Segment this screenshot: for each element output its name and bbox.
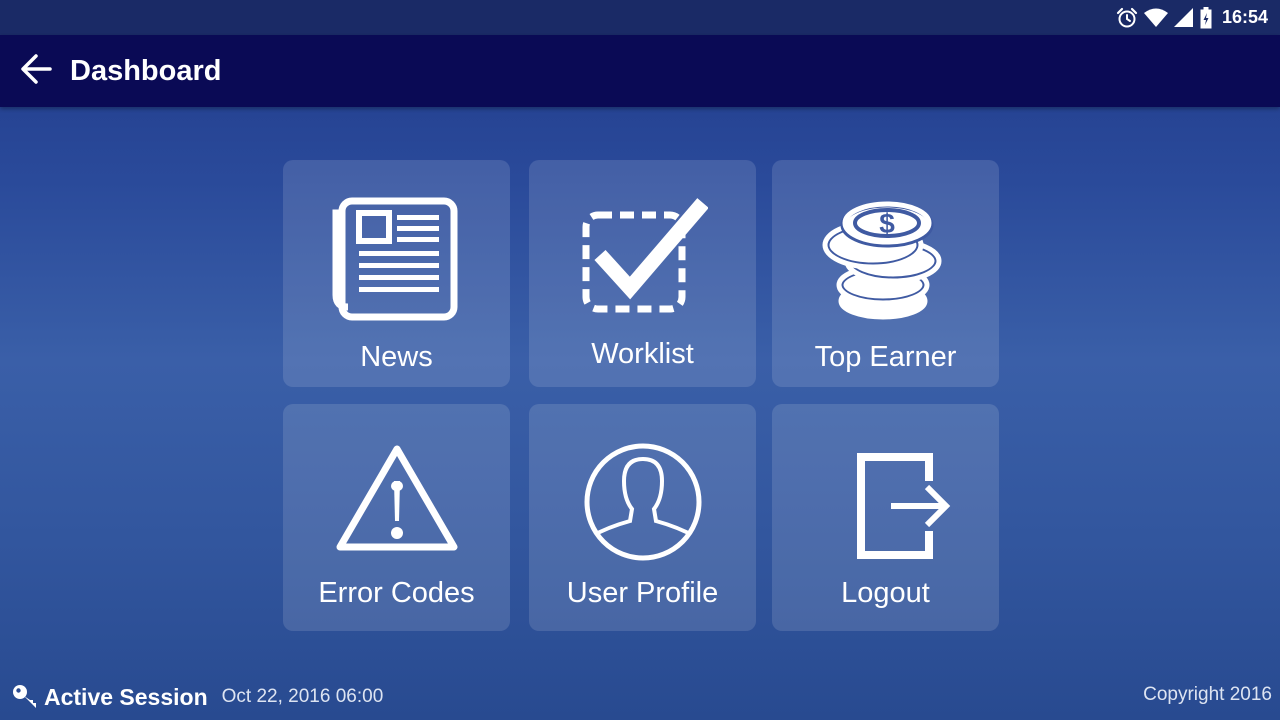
tile-user-profile[interactable]: User Profile [529,404,756,631]
tile-error-codes[interactable]: Error Codes [283,404,510,631]
session-status: Active Session [44,683,208,710]
status-bar: 16:54 [0,0,1280,35]
checkbox-check-icon [529,190,756,325]
tile-label: Worklist [591,338,694,370]
back-button[interactable] [18,53,54,89]
tile-worklist[interactable]: Worklist [529,160,756,387]
battery-charging-icon [1200,6,1212,29]
tile-label: Logout [841,577,930,609]
copyright-text: Copyright 2016 [1143,684,1272,705]
tile-label: Top Earner [814,341,957,373]
session-info: Active Session Oct 22, 2016 06:00 [12,680,383,714]
newspaper-icon [283,190,510,325]
svg-text:$: $ [879,208,895,239]
tile-label: News [360,341,433,373]
status-icons: 16:54 [1116,6,1268,29]
wifi-icon [1143,8,1168,28]
signal-icon [1173,7,1194,28]
session-date: Oct 22, 2016 06:00 [221,686,384,707]
alarm-icon [1116,7,1138,29]
coin-stack-icon: $ [772,190,999,325]
tile-news[interactable]: News [283,160,510,387]
app-bar: Dashboard [0,35,1280,107]
tile-top-earner[interactable]: $ Top Earner [772,160,999,387]
user-circle-icon [529,434,756,569]
key-icon [12,684,38,710]
logout-icon [772,434,999,569]
page-title: Dashboard [70,54,222,87]
tile-logout[interactable]: Logout [772,404,999,631]
arrow-left-icon [19,52,53,91]
status-time: 16:54 [1221,7,1268,27]
tile-label: Error Codes [318,577,475,609]
warning-triangle-icon [283,434,510,569]
tile-label: User Profile [566,577,719,609]
